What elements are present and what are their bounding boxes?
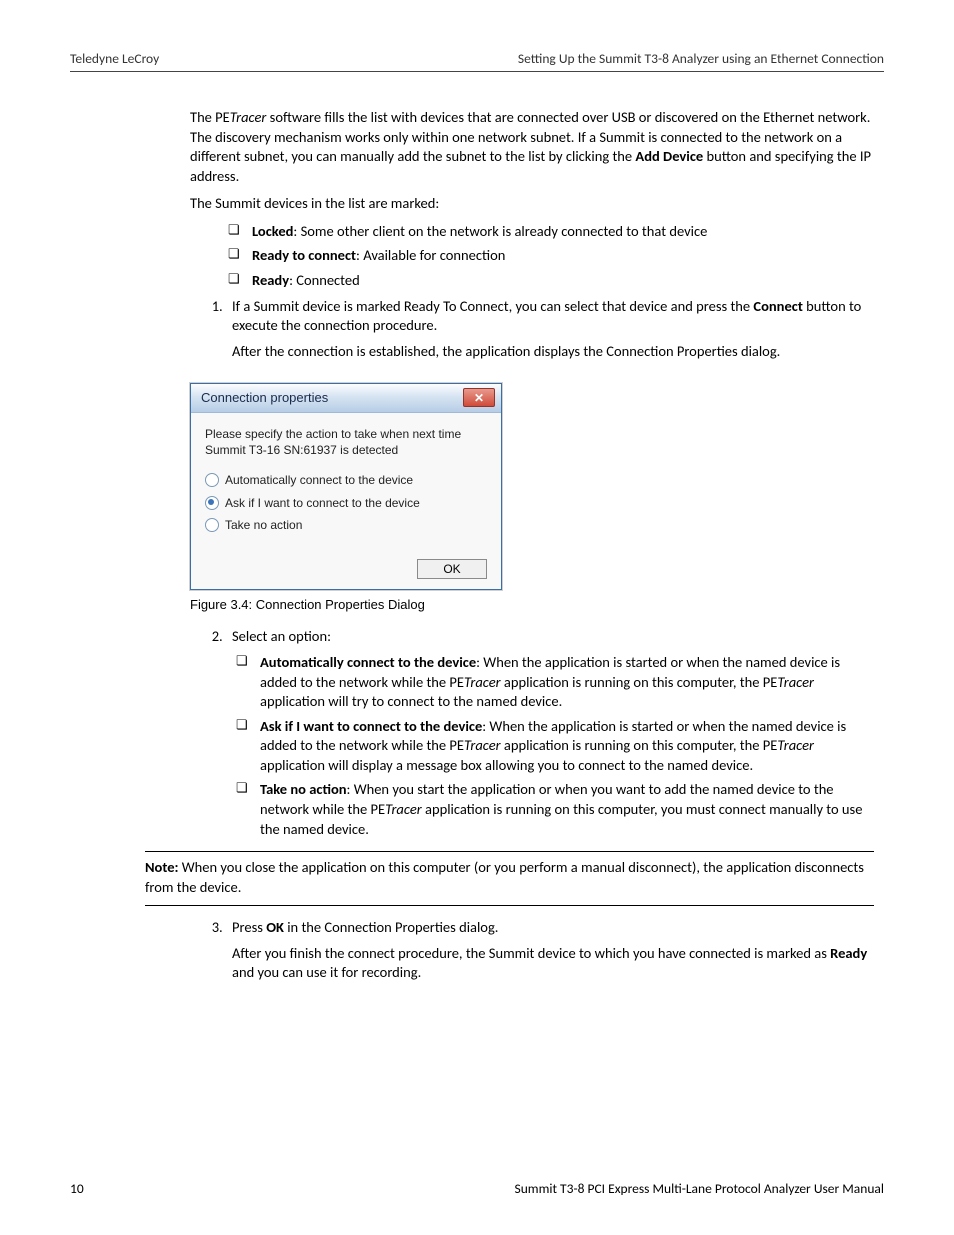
footer-title: Summit T3-8 PCI Express Multi-Lane Proto… (515, 1180, 885, 1197)
dialog-title-text: Connection properties (201, 389, 328, 407)
list-item: Automatically connect to the device: Whe… (236, 653, 874, 712)
page-footer: 10 Summit T3-8 PCI Express Multi-Lane Pr… (70, 1180, 884, 1197)
list-item: Ready: Connected (228, 271, 874, 291)
list-item: Locked: Some other client on the network… (228, 222, 874, 242)
step-1: If a Summit device is marked Ready To Co… (226, 297, 874, 362)
option-list: Automatically connect to the device: Whe… (236, 653, 874, 839)
note-label: Note: (145, 858, 179, 876)
radio-icon (205, 518, 219, 532)
figure-caption: Figure 3.4: Connection Properties Dialog (190, 596, 874, 614)
radio-icon (205, 496, 219, 510)
header-left: Teledyne LeCroy (70, 50, 159, 67)
page-number: 10 (70, 1180, 84, 1197)
step-3-after: After you finish the connect procedure, … (232, 944, 874, 983)
connection-properties-dialog: Connection properties ✕ Please specify t… (190, 383, 502, 590)
radio-label: Take no action (225, 517, 302, 533)
step-3: Press OK in the Connection Properties di… (226, 918, 874, 983)
dialog-message: Please specify the action to take when n… (205, 427, 487, 458)
radio-row-ask[interactable]: Ask if I want to connect to the device (205, 495, 487, 511)
intro-paragraph-2: The Summit devices in the list are marke… (190, 194, 874, 214)
step-list: If a Summit device is marked Ready To Co… (212, 297, 874, 362)
step-1-after: After the connection is established, the… (232, 342, 874, 362)
radio-label: Automatically connect to the device (225, 472, 413, 488)
list-item: Take no action: When you start the appli… (236, 780, 874, 839)
step-list-cont: Select an option: Automatically connect … (212, 627, 874, 839)
dialog-titlebar: Connection properties ✕ (191, 384, 501, 413)
dialog-body: Please specify the action to take when n… (191, 413, 501, 589)
device-mark-list: Locked: Some other client on the network… (228, 222, 874, 291)
note-box: Note: When you close the application on … (145, 851, 874, 906)
close-button[interactable]: ✕ (463, 388, 495, 407)
radio-label: Ask if I want to connect to the device (225, 495, 420, 511)
close-icon: ✕ (474, 392, 484, 404)
list-item: Ready to connect: Available for connecti… (228, 246, 874, 266)
intro-paragraph-1: The PETracer software fills the list wit… (190, 108, 874, 186)
radio-icon (205, 473, 219, 487)
list-item: Ask if I want to connect to the device: … (236, 717, 874, 776)
note-text: When you close the application on this c… (145, 858, 864, 896)
radio-row-auto[interactable]: Automatically connect to the device (205, 472, 487, 488)
ok-button[interactable]: OK (417, 559, 487, 579)
page-header: Teledyne LeCroy Setting Up the Summit T3… (70, 50, 884, 72)
header-right: Setting Up the Summit T3-8 Analyzer usin… (518, 50, 884, 67)
step-2: Select an option: Automatically connect … (226, 627, 874, 839)
step-list-cont2: Press OK in the Connection Properties di… (212, 918, 874, 983)
radio-row-none[interactable]: Take no action (205, 517, 487, 533)
